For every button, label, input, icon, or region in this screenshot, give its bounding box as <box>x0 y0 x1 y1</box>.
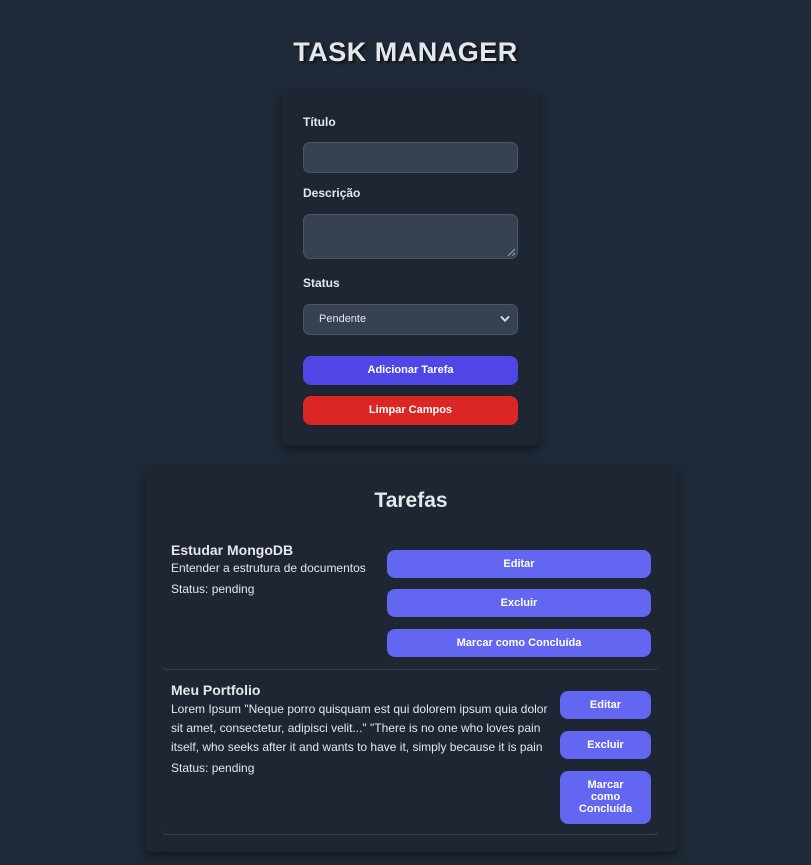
task-title: Estudar MongoDB <box>171 542 294 558</box>
mark-complete-label-line: Concluída <box>578 803 633 815</box>
delete-button[interactable]: Excluir <box>387 589 651 617</box>
mark-complete-button[interactable]: Marcar como Concluída <box>560 771 651 824</box>
task-form: Título Descrição Status Pendente Adicion… <box>282 91 539 446</box>
task-status: Status: pending <box>171 582 255 596</box>
edit-button[interactable]: Editar <box>387 550 651 578</box>
task-description-line: itself, who seeks after it and wants to … <box>171 740 543 754</box>
task-item: Estudar MongoDB Entender a estrutura de … <box>161 531 659 670</box>
task-description-line: Lorem Ipsum "Neque porro quisquam est qu… <box>171 702 548 716</box>
task-description: Lorem Ipsum "Neque porro quisquam est qu… <box>171 700 547 757</box>
mark-complete-label-line: Marcar <box>587 779 624 791</box>
title-input[interactable] <box>303 142 518 173</box>
mark-complete-label-line: como <box>590 791 621 803</box>
status-selected-value: Pendente <box>319 313 367 325</box>
tasks-heading: Tarefas <box>374 489 448 512</box>
task-status: Status: pending <box>171 761 255 775</box>
chevron-down-icon <box>500 316 510 322</box>
task-list: Tarefas Estudar MongoDB Entender a estru… <box>145 467 677 852</box>
task-title: Meu Portfolio <box>171 682 261 698</box>
status-label: Status <box>303 276 340 290</box>
clear-fields-button[interactable]: Limpar Campos <box>303 396 518 425</box>
description-label: Descrição <box>303 186 361 200</box>
task-item: Meu Portfolio Lorem Ipsum "Neque porro q… <box>161 670 659 835</box>
edit-button[interactable]: Editar <box>560 691 651 719</box>
title-label: Título <box>303 115 336 129</box>
task-description: Entender a estrutura de documentos <box>171 561 366 575</box>
mark-complete-button[interactable]: Marcar como Concluída <box>387 629 651 657</box>
app-title: TASK MANAGER <box>293 37 518 67</box>
resize-grip-icon[interactable] <box>508 249 515 256</box>
add-task-button[interactable]: Adicionar Tarefa <box>303 356 518 385</box>
description-textarea[interactable] <box>303 214 518 259</box>
status-select[interactable]: Pendente <box>303 304 518 335</box>
task-description-line: sit amet, consectetur, adipisci velit...… <box>171 721 541 735</box>
page: TASK MANAGER Título Descrição Status Pen… <box>0 0 811 865</box>
delete-button[interactable]: Excluir <box>560 731 651 759</box>
